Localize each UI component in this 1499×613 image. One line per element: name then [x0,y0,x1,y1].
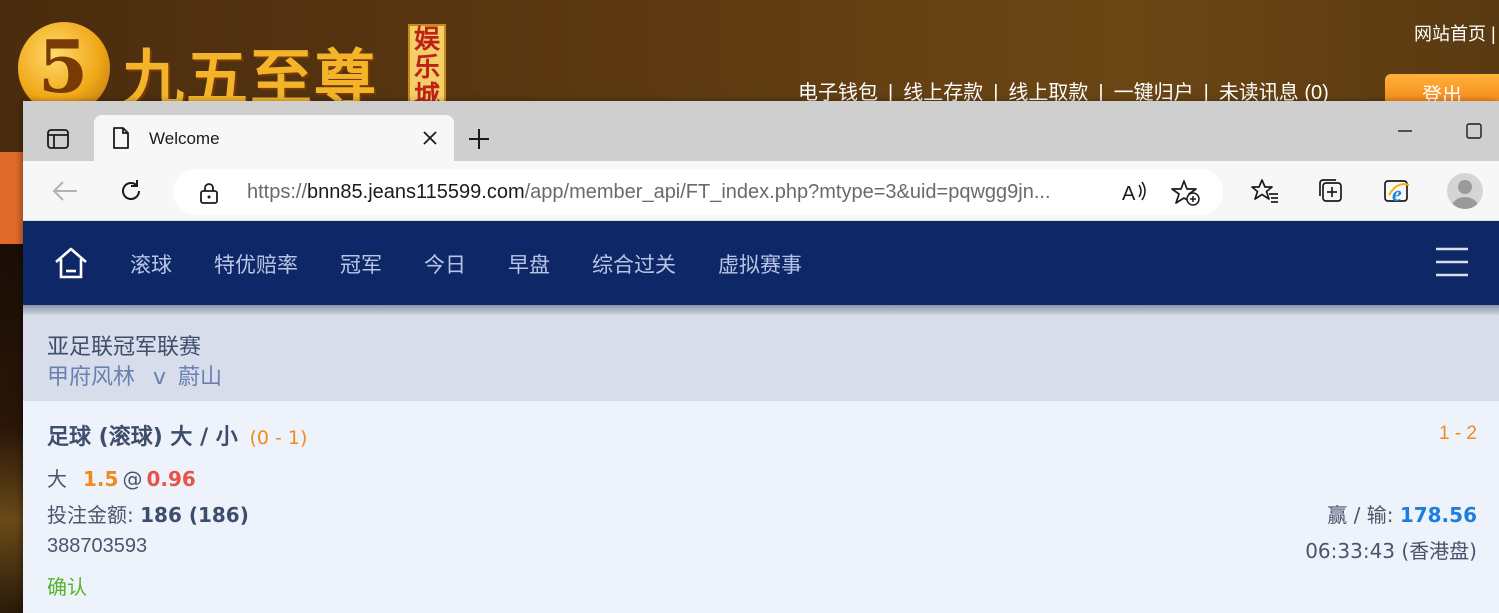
hamburger-menu-icon[interactable] [1435,245,1469,279]
home-team: 甲府风林 [47,365,136,390]
win-loss: 赢 / 输: 178.56 [1327,499,1477,528]
back-icon [52,181,77,201]
add-favorite-icon[interactable] [1171,179,1201,207]
bet-slip: 足球 (滚球) 大 / 小 (0 - 1) 1 - 2 大 1.5 @0.96 投注… [23,401,1499,613]
bet-status: 确认 [47,575,87,599]
page-icon [113,127,129,149]
profile-icon [1451,180,1479,209]
at-sign: @ [122,467,143,491]
nav-item-outright[interactable]: 冠军 [340,249,382,279]
league-name: 亚足联冠军联赛 [47,335,202,360]
nav-items: 滚球 特优赔率 冠军 今日 早盘 综合过关 虚拟赛事 [130,249,844,279]
site-orange-band [0,152,24,244]
bet-timestamp: 06:33:43 (香港盘) [1305,539,1477,563]
minimize-icon[interactable] [1397,121,1413,141]
home-icon[interactable] [53,245,89,281]
tab-strip: Welcome [23,101,1499,161]
page-content: 滚球 特优赔率 冠军 今日 早盘 综合过关 虚拟赛事 亚足联冠军联赛 甲府风林 v… [23,221,1499,613]
close-icon [423,131,437,145]
nav-item-live[interactable]: 滚球 [130,249,172,279]
site-left-edge [0,244,24,613]
winloss-label: 赢 / 输: [1327,503,1400,527]
ticket-id: 388703593 [47,535,148,557]
nav-item-parlay[interactable]: 综合过关 [592,249,676,279]
plus-icon [469,129,489,149]
nav-item-virtual[interactable]: 虚拟赛事 [718,249,802,279]
refresh-button[interactable] [115,175,147,207]
favorites-button[interactable] [1249,175,1281,207]
ie-mode-button[interactable]: e [1381,175,1413,207]
address-bar[interactable]: https://bnn85.jeans115599.com/app/member… [173,169,1223,215]
favorites-icon [1251,179,1278,203]
nav-item-early[interactable]: 早盘 [508,249,550,279]
match-teams: 甲府风林 v 蔚山 [47,359,222,391]
stake-amount: 投注金额: 186 (186) [47,499,249,528]
winloss-value: 178.56 [1399,503,1477,527]
navbar-divider [23,305,1499,315]
tab-actions-icon [47,129,69,149]
nav-item-today[interactable]: 今日 [424,249,466,279]
stake-value: 186 (186) [140,503,249,527]
tab-welcome[interactable]: Welcome [94,115,454,161]
collections-button[interactable] [1315,175,1347,207]
svg-text:A: A [1122,183,1136,205]
pick-label: 大 [47,467,67,491]
nav-item-special-odds[interactable]: 特优赔率 [214,249,298,279]
bet-selection: 大 1.5 @0.96 [47,463,196,492]
back-button[interactable] [49,175,81,207]
maximize-icon[interactable] [1466,123,1482,139]
site-logo-tag: 娱乐城 [408,24,446,110]
versus-label: v [153,365,167,390]
tab-close-button[interactable] [418,126,442,150]
collections-icon [1319,179,1342,202]
bet-market-label: 足球 (滚球) 大 / 小 [47,425,238,450]
new-tab-button[interactable] [465,125,493,153]
tab-title: Welcome [149,129,220,148]
live-score: 1 - 2 [1438,423,1477,444]
stake-label: 投注金额: [47,503,141,527]
bet-time-score: (0 - 1) [249,427,308,449]
lock-icon[interactable] [199,182,219,204]
away-team: 蔚山 [178,365,223,390]
read-aloud-icon[interactable]: A [1121,179,1149,205]
url-scheme: https:// [247,181,308,203]
top-navbar: 滚球 特优赔率 冠军 今日 早盘 综合过关 虚拟赛事 [23,221,1499,305]
site-home-link[interactable]: 网站首页 | [1414,20,1496,46]
handicap-line: 1.5 [83,467,119,491]
ie-mode-icon: e [1384,180,1410,205]
bet-odds: 0.96 [146,467,196,491]
browser-window: Welcome https://bnn85.jeans115599.com/ap… [23,101,1499,613]
refresh-icon [122,180,140,200]
url-text[interactable]: https://bnn85.jeans115599.com/app/member… [247,181,1107,204]
url-path: /app/member_api/FT_index.php?mtype=3&uid… [524,181,1051,203]
profile-button[interactable] [1447,173,1483,209]
tab-actions-button[interactable] [35,117,81,161]
match-header: 亚足联冠军联赛 甲府风林 v 蔚山 [23,315,1499,401]
browser-toolbar: https://bnn85.jeans115599.com/app/member… [23,161,1499,221]
bet-market-title: 足球 (滚球) 大 / 小 (0 - 1) [47,419,307,451]
url-host: bnn85.jeans115599.com [307,181,525,203]
